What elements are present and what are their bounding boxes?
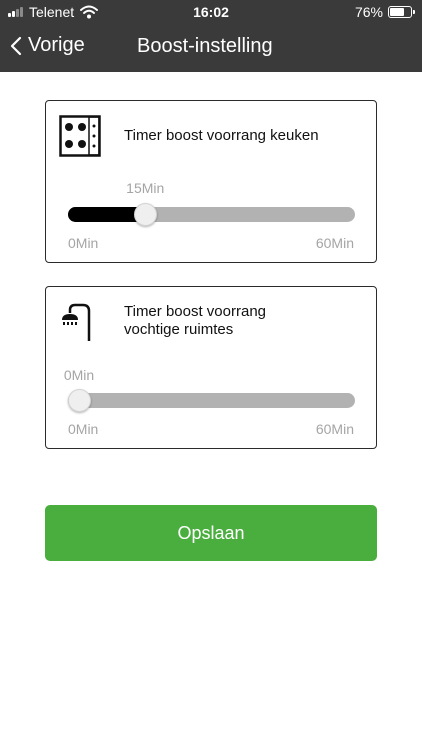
back-button[interactable]: Vorige: [10, 34, 85, 57]
kitchen-min-label: 0Min: [68, 235, 99, 251]
kitchen-boost-card: Timer boost voorrang keuken 15Min 0Min 6…: [45, 100, 377, 263]
wet-rooms-timer-title: Timer boost voorrang vochtige ruimtes: [124, 303, 266, 339]
kitchen-timer-title: Timer boost voorrang keuken: [124, 127, 319, 144]
kitchen-slider-thumb[interactable]: [134, 203, 158, 226]
kitchen-timer-slider[interactable]: [68, 203, 355, 226]
battery-group: 76%: [354, 4, 415, 20]
wet-rooms-title-line2: vochtige ruimtes: [124, 321, 234, 338]
kitchen-slider-value: 15Min: [126, 180, 165, 196]
wet-rooms-boost-card: Timer boost voorrang vochtige ruimtes 0M…: [45, 286, 377, 449]
navigation-bar: Vorige Boost-instelling: [0, 24, 422, 72]
wet-rooms-slider-thumb[interactable]: [68, 389, 91, 412]
chevron-left-icon: [10, 36, 22, 55]
battery-icon: [388, 6, 415, 18]
shower-icon: [62, 303, 91, 341]
cooktop-icon: [59, 115, 101, 157]
battery-percent: 76%: [354, 4, 383, 20]
wet-rooms-timer-slider[interactable]: [68, 389, 355, 412]
page-title: Boost-instelling: [137, 35, 273, 57]
kitchen-max-label: 60Min: [315, 235, 354, 251]
wet-rooms-max-label: 60Min: [315, 421, 354, 437]
back-label: Vorige: [28, 34, 85, 56]
wet-rooms-slider-value: 0Min: [63, 367, 95, 383]
wet-rooms-min-label: 0Min: [68, 421, 99, 437]
status-bar: Telenet 16:02 76%: [0, 0, 422, 24]
header-bar: Telenet 16:02 76% Vorige Boost-instellin…: [0, 0, 422, 72]
wet-rooms-title-line1: Timer boost voorrang: [124, 303, 267, 320]
save-button[interactable]: Opslaan: [45, 505, 377, 561]
